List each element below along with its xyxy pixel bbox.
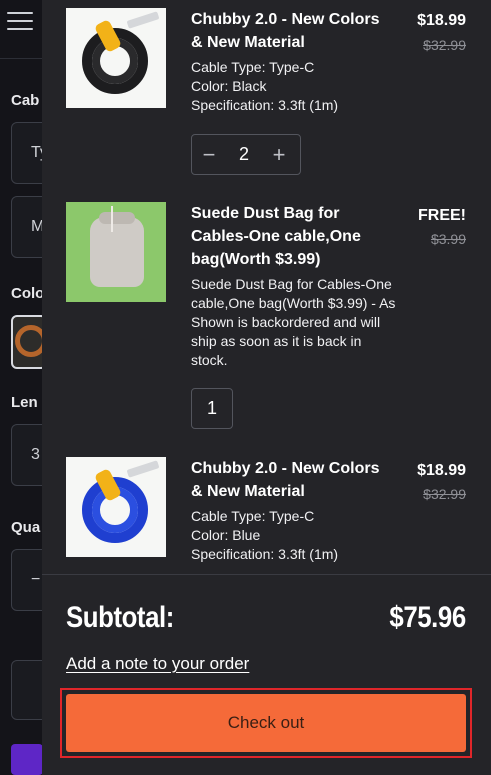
- subtotal-label: Subtotal:: [66, 601, 174, 634]
- length-value: 3: [31, 446, 40, 463]
- bag-drawstring: [111, 206, 113, 232]
- cart-item: Chubby 2.0 - New Colors & New Material C…: [42, 445, 491, 575]
- item-title[interactable]: Chubby 2.0 - New Colors & New Material: [191, 8, 391, 54]
- item-price: FREE!: [418, 207, 466, 224]
- option-color: Color: Black: [191, 78, 267, 94]
- quantity-value[interactable]: 2: [226, 144, 262, 165]
- item-description: Suede Dust Bag for Cables-One cable,One …: [191, 276, 396, 368]
- subtotal-value: $75.96: [389, 601, 467, 634]
- cart-item: Suede Dust Bag for Cables-One cable,One …: [42, 190, 491, 445]
- length-label: Len: [11, 394, 38, 411]
- product-image-blue-cable[interactable]: [66, 457, 166, 557]
- buy-now-button[interactable]: [11, 744, 43, 775]
- quantity-stepper: − 2 +: [191, 134, 301, 175]
- item-options: Cable Type: Type-C Color: Black Specific…: [191, 58, 396, 115]
- option-color: Color: Blue: [191, 527, 261, 543]
- item-compare-price: $3.99: [430, 231, 466, 247]
- header-divider: [0, 58, 42, 59]
- cart-footer: Subtotal: $75.96 Add a note to your orde…: [42, 574, 491, 775]
- item-options: Cable Type: Type-C Color: Blue Specifica…: [191, 507, 396, 564]
- quantity-value: 1: [206, 398, 217, 418]
- cart-item: Chubby 2.0 - New Colors & New Material C…: [42, 0, 491, 190]
- plus-icon[interactable]: +: [262, 143, 296, 165]
- checkout-button[interactable]: Check out: [66, 694, 466, 752]
- option-specification: Specification: 3.3ft (1m): [191, 546, 339, 562]
- option-specification: Specification: 3.3ft (1m): [191, 97, 339, 113]
- item-compare-price: $32.99: [423, 486, 466, 502]
- hamburger-menu-icon[interactable]: [7, 12, 33, 32]
- usb-plug-icon: [126, 460, 160, 478]
- quantity-label: Qua: [11, 519, 41, 536]
- item-price: $18.99: [417, 462, 466, 479]
- color-label: Colo: [11, 285, 45, 302]
- product-image-dust-bag[interactable]: [66, 202, 166, 302]
- bag-neck: [99, 212, 135, 224]
- minus-icon[interactable]: −: [192, 143, 226, 165]
- cart-drawer: Chubby 2.0 - New Colors & New Material C…: [42, 0, 491, 775]
- option-cable-type: Cable Type: Type-C: [191, 508, 315, 524]
- item-title[interactable]: Suede Dust Bag for Cables-One cable,One …: [191, 202, 391, 271]
- product-image-black-cable[interactable]: [66, 8, 166, 108]
- minus-icon: −: [31, 571, 41, 588]
- add-note-link[interactable]: Add a note to your order: [66, 654, 249, 674]
- usb-plug-icon: [126, 11, 160, 29]
- item-price: $18.99: [417, 12, 466, 29]
- option-cable-type: Cable Type: Type-C: [191, 59, 315, 75]
- item-compare-price: $32.99: [423, 37, 466, 53]
- item-title[interactable]: Chubby 2.0 - New Colors & New Material: [191, 457, 391, 503]
- quantity-box[interactable]: 1: [191, 388, 233, 429]
- cable-label: Cab: [11, 92, 40, 109]
- dust-bag-icon: [90, 217, 144, 287]
